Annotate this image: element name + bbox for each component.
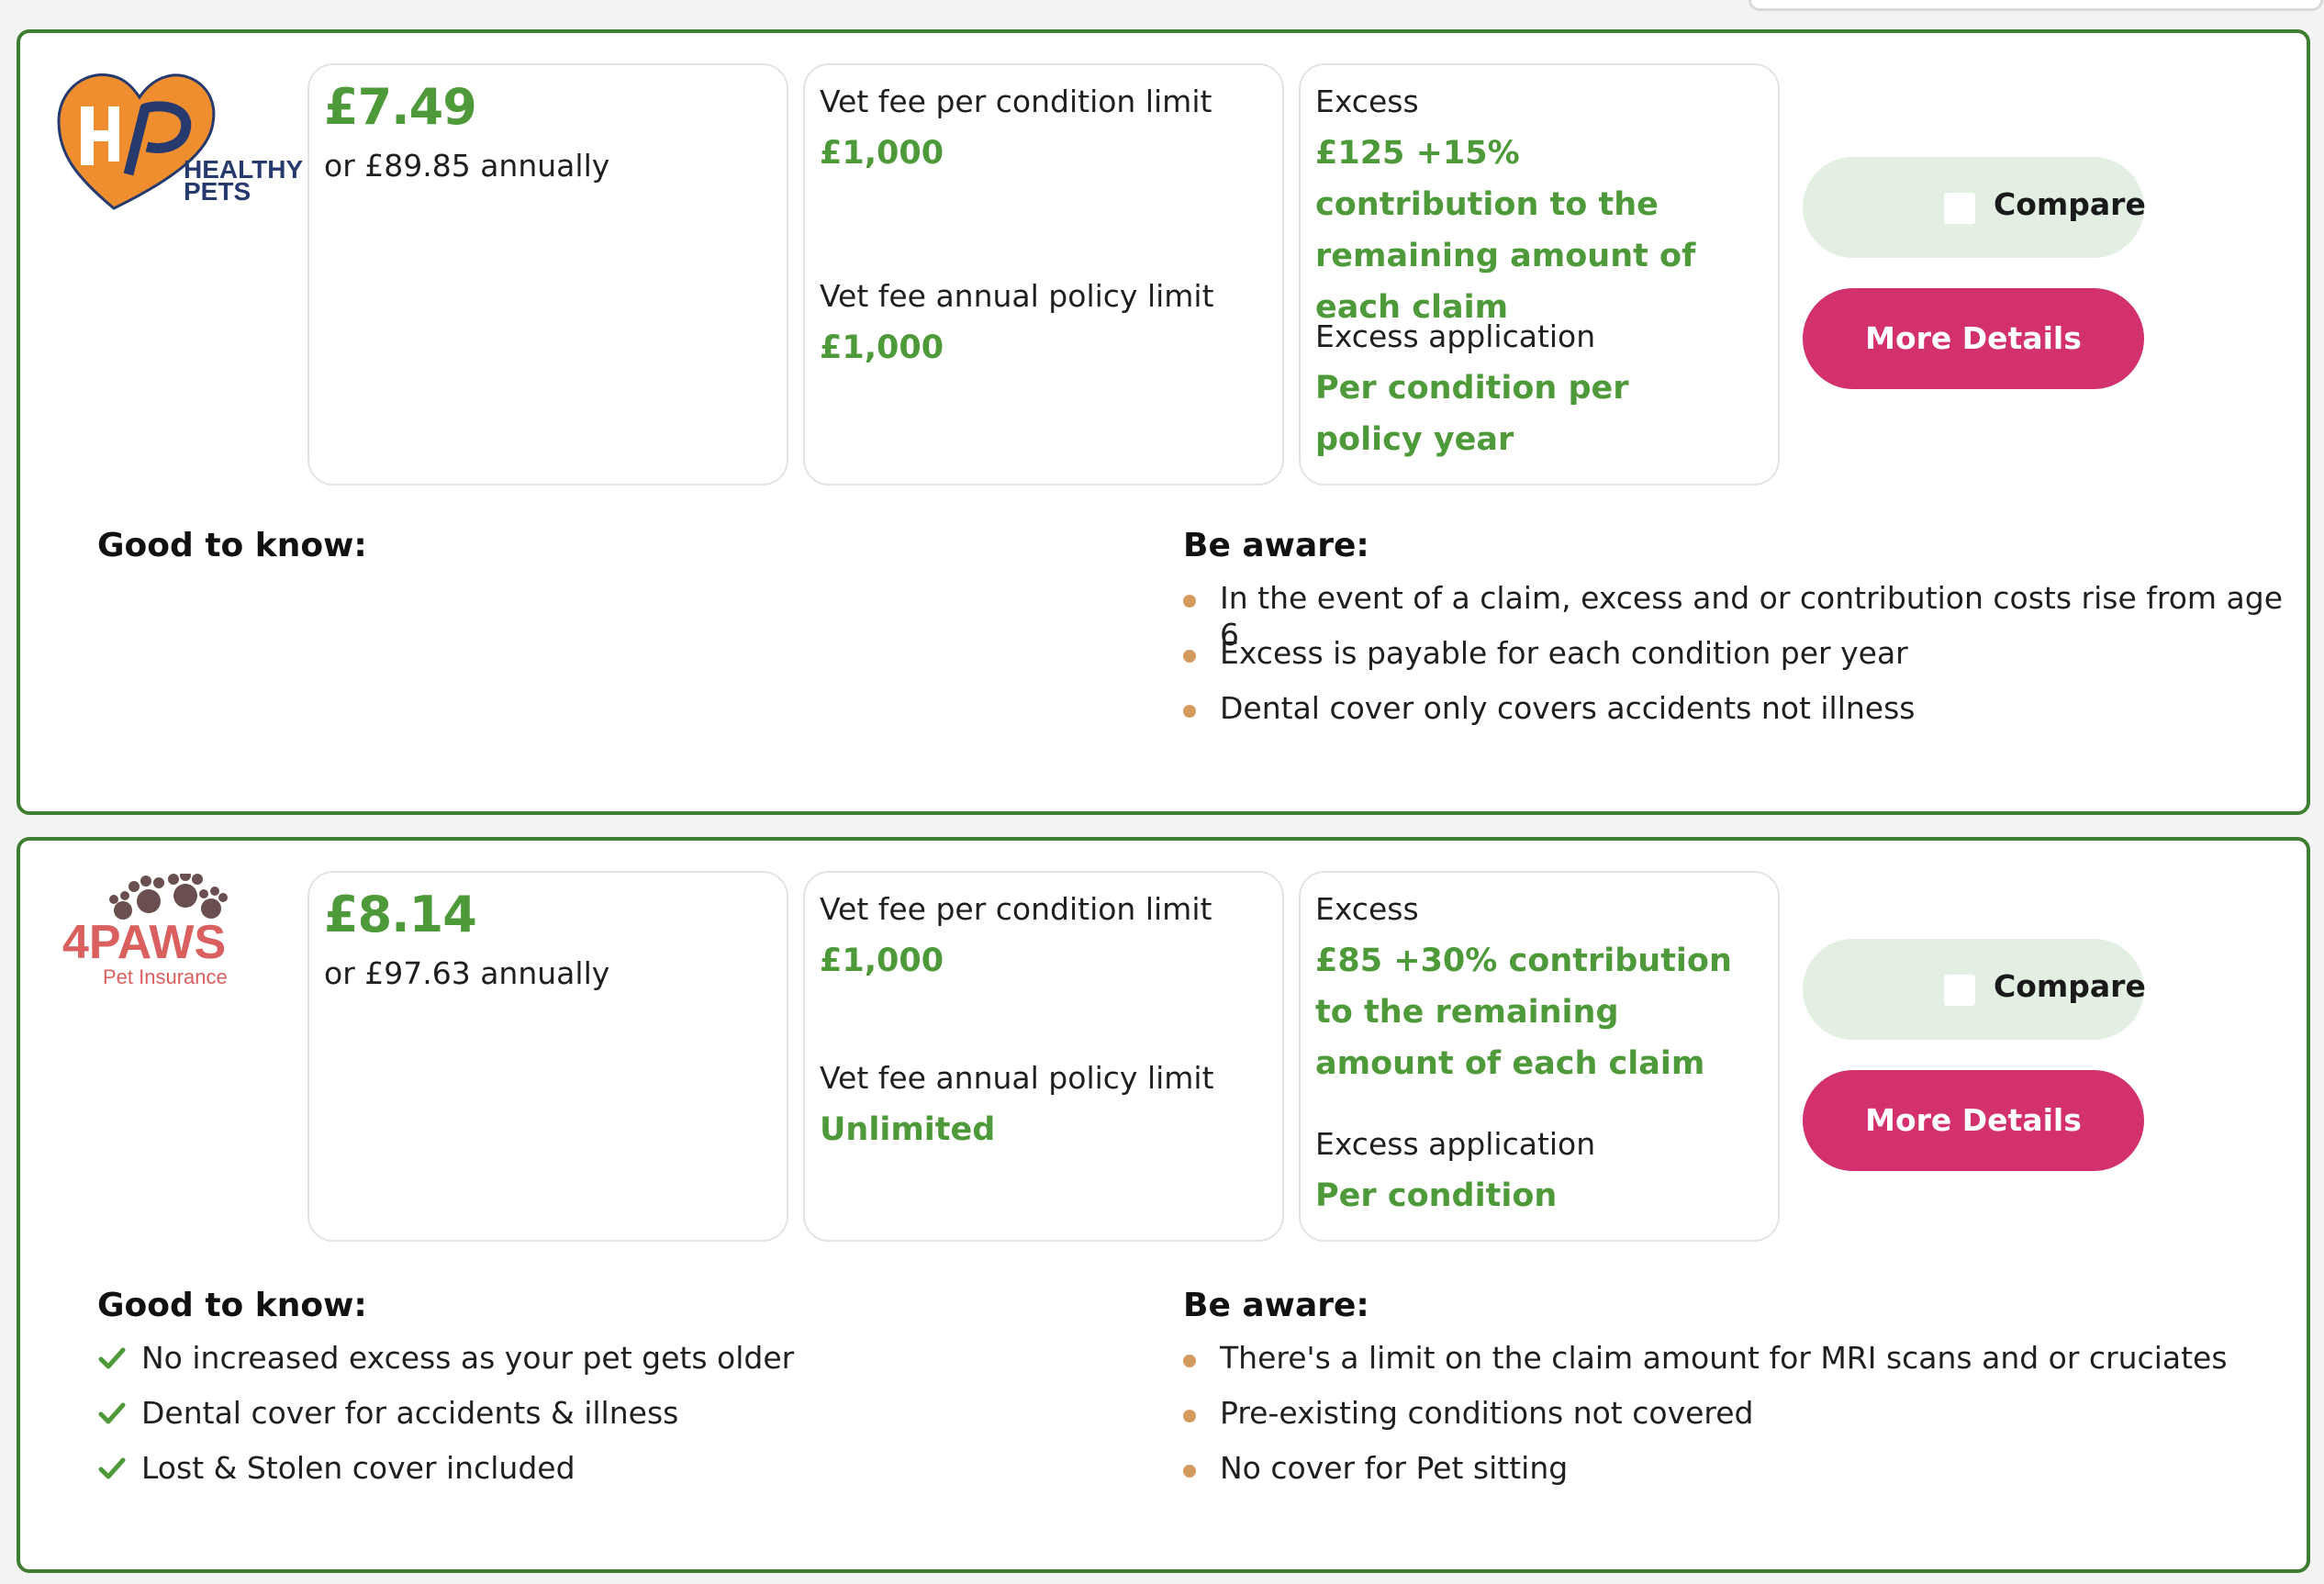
4paws-logo-subtext: Pet Insurance [103, 965, 228, 988]
be-aware-item: No cover for Pet sitting [1183, 1450, 2285, 1505]
annual-limit-value: £1,000 [820, 329, 944, 366]
excess-value: £85 +30% contribution to the remaining a… [1315, 943, 1732, 1082]
good-to-know-title: Good to know: [97, 1287, 367, 1324]
good-to-know-item: Dental cover for accidents & illness [97, 1395, 1107, 1450]
4paws-logo: 4PAWS Pet Insurance [57, 870, 305, 1039]
excess-label: Excess [1315, 84, 1419, 119]
previous-card-edge [1749, 0, 2323, 11]
annual-limit-label: Vet fee annual policy limit [820, 278, 1214, 314]
good-to-know-item: Lost & Stolen cover included [97, 1450, 1107, 1505]
bullet-dot-icon [1183, 650, 1196, 663]
annual-limit-label: Vet fee annual policy limit [820, 1060, 1214, 1096]
compare-button[interactable]: Compare [1803, 939, 2146, 1040]
annual-price: or £89.85 annually [324, 148, 610, 184]
more-details-button[interactable]: More Details [1803, 288, 2144, 389]
price-box: £7.49 or £89.85 annually [307, 63, 788, 485]
be-aware-list: In the event of a claim, excess and or c… [1183, 580, 2285, 745]
be-aware-item: Pre-existing conditions not covered [1183, 1395, 2285, 1450]
excess-box: Excess £85 +30% contribution to the rema… [1299, 871, 1780, 1242]
be-aware-list: There's a limit on the claim amount for … [1183, 1340, 2285, 1505]
compare-button[interactable]: Compare [1803, 157, 2146, 258]
more-details-button[interactable]: More Details [1803, 1070, 2144, 1171]
good-to-know-item: No increased excess as your pet gets old… [97, 1340, 1107, 1395]
per-condition-limit-label: Vet fee per condition limit [820, 891, 1212, 927]
bullet-dot-icon [1183, 705, 1196, 718]
excess-application-value: Per condition per policy year [1315, 370, 1629, 458]
be-aware-title: Be aware: [1183, 1287, 1369, 1324]
checkmark-icon [98, 1457, 126, 1479]
per-condition-limit-value: £1,000 [820, 135, 944, 172]
healthy-pets-logo-text-line2: PETS [184, 177, 251, 206]
excess-application-label: Excess application [1315, 318, 1596, 354]
quote-card-healthy-pets: HEALTHY PETS £7.49 or £89.85 annually Ve… [17, 29, 2310, 815]
be-aware-item: Excess is payable for each condition per… [1183, 635, 2285, 690]
monthly-price: £8.14 [324, 886, 477, 943]
4paws-logo-text: 4PAWS [62, 916, 226, 969]
be-aware-item: In the event of a claim, excess and or c… [1183, 580, 2285, 653]
bullet-dot-icon [1183, 1465, 1196, 1478]
annual-price: or £97.63 annually [324, 955, 610, 991]
excess-box: Excess £125 +15% contribution to the rem… [1299, 63, 1780, 485]
compare-checkbox[interactable] [1944, 193, 1975, 224]
be-aware-item: Dental cover only covers accidents not i… [1183, 690, 2285, 745]
bullet-dot-icon [1183, 1410, 1196, 1422]
excess-label: Excess [1315, 891, 1419, 927]
excess-application-label: Excess application [1315, 1126, 1596, 1162]
compare-checkbox[interactable] [1944, 975, 1975, 1006]
compare-label: Compare [1994, 968, 2146, 1004]
good-to-know-list: No increased excess as your pet gets old… [97, 1340, 1107, 1505]
be-aware-title: Be aware: [1183, 527, 1369, 564]
healthy-pets-logo: HEALTHY PETS [57, 66, 305, 231]
annual-limit-value: Unlimited [820, 1111, 996, 1148]
bullet-dot-icon [1183, 1355, 1196, 1367]
good-to-know-title: Good to know: [97, 527, 367, 564]
price-box: £8.14 or £97.63 annually [307, 871, 788, 1242]
bullet-dot-icon [1183, 595, 1196, 608]
compare-label: Compare [1994, 186, 2146, 222]
per-condition-limit-value: £1,000 [820, 943, 944, 979]
quote-card-4paws: 4PAWS Pet Insurance £8.14 or £97.63 annu… [17, 837, 2310, 1573]
vet-fee-limits-box: Vet fee per condition limit £1,000 Vet f… [803, 63, 1284, 485]
be-aware-item: There's a limit on the claim amount for … [1183, 1340, 2285, 1395]
monthly-price: £7.49 [324, 78, 477, 136]
checkmark-icon [98, 1402, 126, 1424]
per-condition-limit-label: Vet fee per condition limit [820, 84, 1212, 119]
vet-fee-limits-box: Vet fee per condition limit £1,000 Vet f… [803, 871, 1284, 1242]
excess-value: £125 +15% contribution to the remaining … [1315, 135, 1696, 326]
excess-application-value: Per condition [1315, 1177, 1558, 1214]
checkmark-icon [98, 1347, 126, 1369]
